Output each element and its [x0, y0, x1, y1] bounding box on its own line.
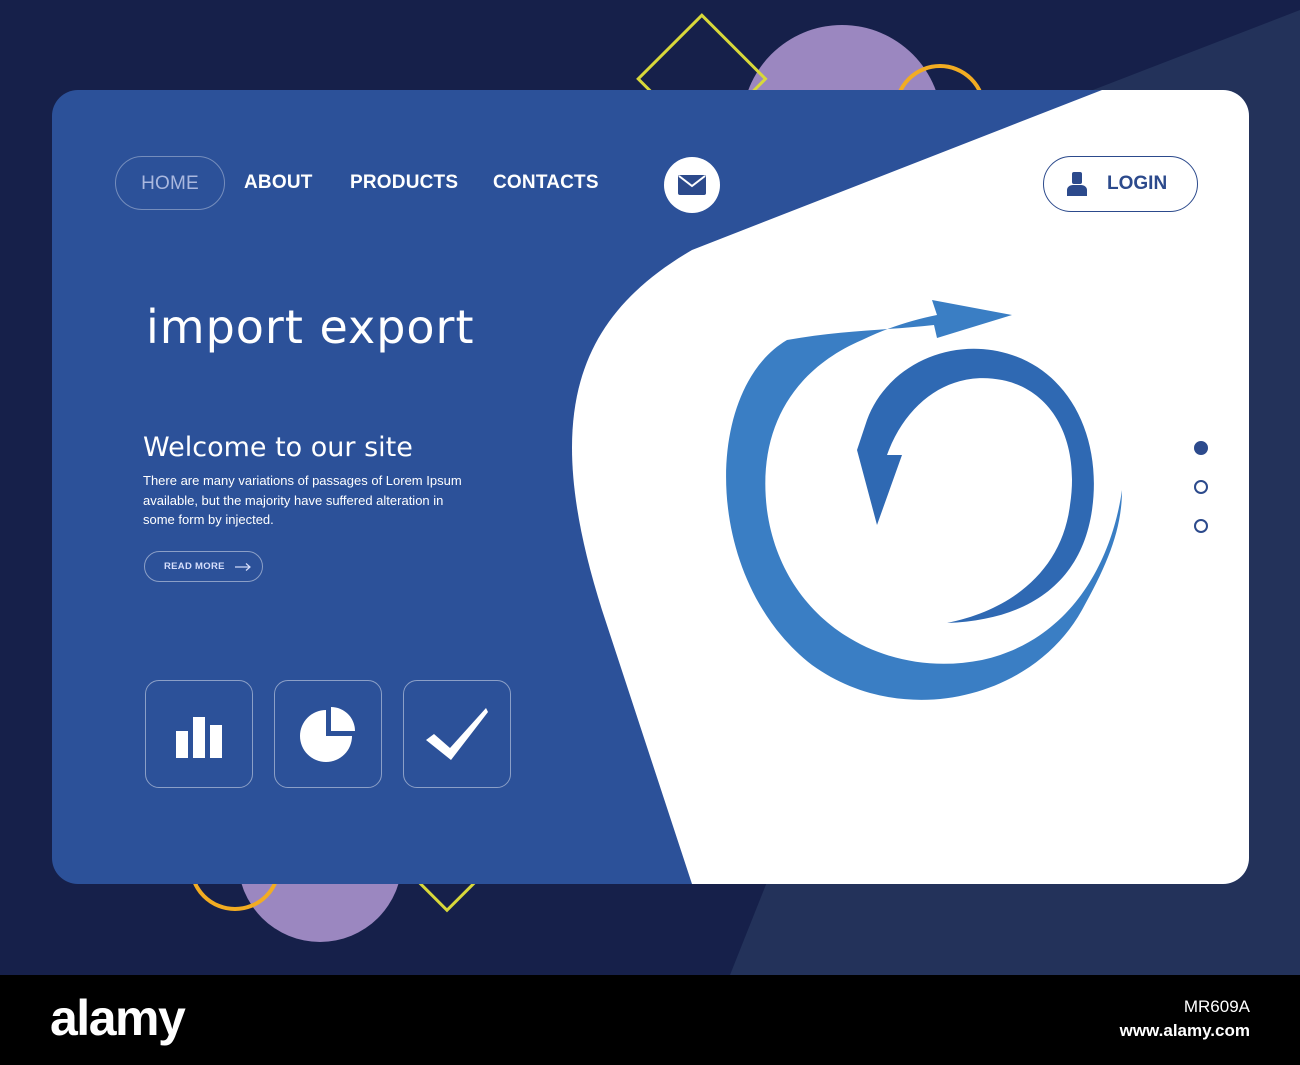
- nav-products[interactable]: PRODUCTS: [350, 156, 458, 210]
- bar-chart-icon: [176, 717, 222, 758]
- feature-button-done[interactable]: [403, 680, 511, 788]
- read-more-button[interactable]: READ MORE: [144, 551, 263, 582]
- read-more-label: READ MORE: [164, 561, 225, 572]
- footer-url[interactable]: www.alamy.com: [1120, 1021, 1250, 1041]
- envelope-icon: [678, 175, 706, 195]
- landing-card: HOME ABOUT PRODUCTS CONTACTS LOGIN impor…: [52, 90, 1249, 884]
- mail-button[interactable]: [664, 157, 720, 213]
- footer-image-id: MR609A: [1183, 997, 1250, 1016]
- nav-contacts[interactable]: CONTACTS: [493, 156, 599, 210]
- slider-dot-1[interactable]: [1194, 441, 1208, 455]
- footer-logo: alamy: [50, 990, 186, 1046]
- arrow-right-icon: [234, 562, 251, 571]
- feature-button-analytics[interactable]: [274, 680, 382, 788]
- checkmark-icon: [426, 708, 488, 760]
- pie-chart-icon: [300, 707, 355, 762]
- nav-home[interactable]: HOME: [115, 156, 225, 210]
- hero-description: There are many variations of passages of…: [143, 473, 462, 527]
- slider-dot-3[interactable]: [1194, 519, 1208, 533]
- welcome-heading: Welcome to our site: [143, 432, 413, 463]
- login-label: LOGIN: [1107, 173, 1168, 194]
- footer-bar: alamy MR609A www.alamy.com: [0, 975, 1300, 1065]
- hero-title: import export: [146, 300, 475, 354]
- user-icon: [1067, 172, 1087, 196]
- circular-arrows-icon: [726, 300, 1122, 700]
- feature-button-stats[interactable]: [145, 680, 253, 788]
- login-button[interactable]: LOGIN: [1043, 156, 1198, 212]
- nav-about[interactable]: ABOUT: [244, 156, 313, 210]
- slider-dot-2[interactable]: [1194, 480, 1208, 494]
